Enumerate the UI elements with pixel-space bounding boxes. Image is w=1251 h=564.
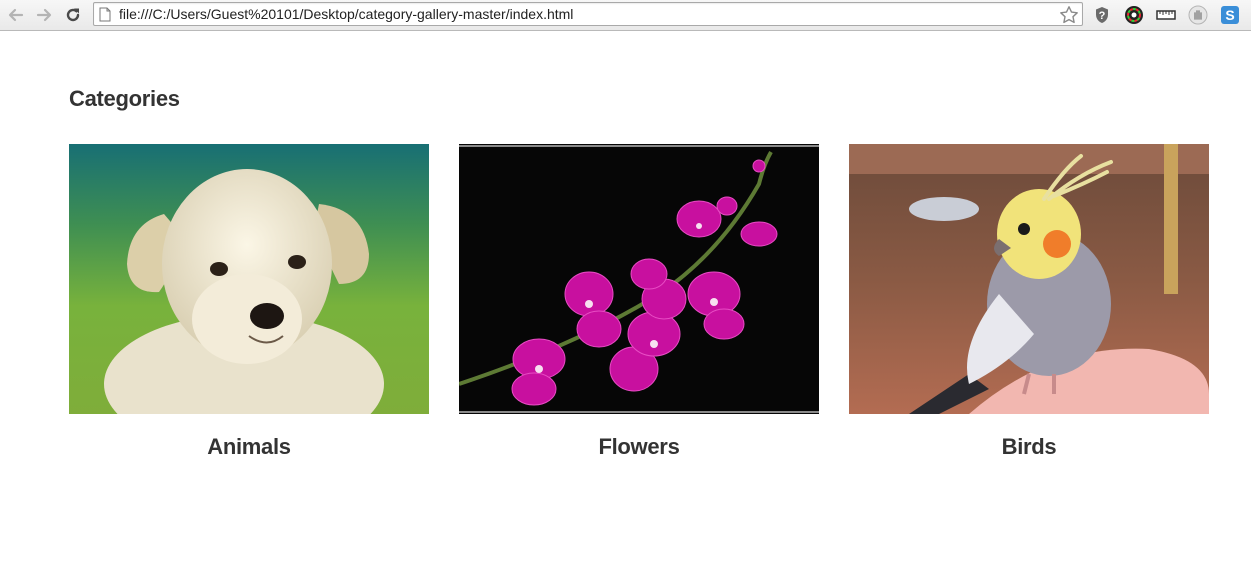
category-label-animals[interactable]: Animals <box>69 434 429 460</box>
reload-icon[interactable] <box>60 2 86 28</box>
page-icon <box>99 7 111 27</box>
address-bar[interactable]: file:///C:/Users/Guest%20101/Desktop/cat… <box>93 2 1083 26</box>
back-arrow-icon[interactable] <box>3 2 29 28</box>
forward-arrow-icon[interactable] <box>31 2 57 28</box>
url-text[interactable]: file:///C:/Users/Guest%20101/Desktop/cat… <box>119 6 573 22</box>
stop-hand-icon[interactable] <box>1187 4 1209 26</box>
animals-image[interactable] <box>69 144 429 414</box>
flowers-image[interactable] <box>459 144 819 414</box>
svg-text:S: S <box>1225 7 1234 23</box>
category-label-flowers[interactable]: Flowers <box>459 434 819 460</box>
birds-image[interactable] <box>849 144 1209 414</box>
category-card-animals[interactable]: Animals <box>69 144 429 460</box>
color-picker-icon[interactable] <box>1123 4 1145 26</box>
category-label-birds[interactable]: Birds <box>849 434 1209 460</box>
star-icon[interactable] <box>1058 4 1080 26</box>
skype-icon[interactable]: S <box>1219 4 1241 26</box>
browser-toolbar: file:///C:/Users/Guest%20101/Desktop/cat… <box>0 0 1251 31</box>
svg-text:?: ? <box>1099 10 1106 22</box>
page-title: Categories <box>69 86 180 111</box>
category-card-birds[interactable]: Birds <box>849 144 1209 460</box>
ruler-icon[interactable] <box>1155 4 1177 26</box>
category-card-flowers[interactable]: Flowers <box>459 144 819 460</box>
help-icon[interactable]: ? <box>1091 4 1113 26</box>
